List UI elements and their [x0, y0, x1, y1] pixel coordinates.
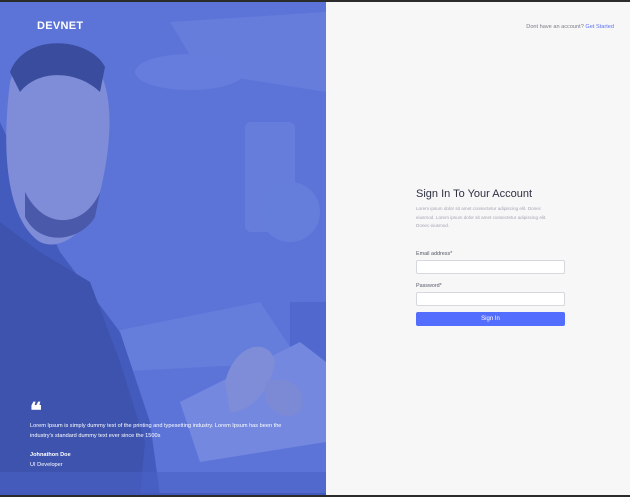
testimonial-author-role: UI Developer: [30, 462, 63, 468]
form-description: Lorem ipsum dolor sit amet consectetur a…: [416, 206, 547, 228]
password-field[interactable]: [416, 291, 565, 306]
signin-button[interactable]: Sign In: [416, 311, 565, 326]
quote-icon: ❝: [30, 398, 42, 424]
page: DEVNET ❝ Lorem Ipsum is simply dummy tex…: [0, 2, 630, 495]
email-field[interactable]: [416, 259, 565, 274]
brand-logo[interactable]: DEVNET: [37, 20, 83, 32]
testimonial-author-name: Johnathon Doe: [30, 452, 71, 458]
signup-prompt: Dont have an account? Get Started: [526, 24, 614, 30]
password-label: Password*: [416, 282, 442, 289]
hero-bottom-bar: [0, 493, 326, 495]
testimonial-text: Lorem Ipsum is simply dummy text of the …: [30, 423, 282, 439]
signin-form: Sign In To Your Account Lorem ipsum dolo…: [416, 188, 566, 326]
form-title: Sign In To Your Account: [416, 188, 532, 200]
hero-panel: DEVNET ❝ Lorem Ipsum is simply dummy tex…: [0, 2, 326, 495]
get-started-link[interactable]: Get Started: [585, 24, 614, 30]
signup-prompt-text: Dont have an account?: [526, 24, 584, 30]
email-label: Email address*: [416, 250, 453, 257]
